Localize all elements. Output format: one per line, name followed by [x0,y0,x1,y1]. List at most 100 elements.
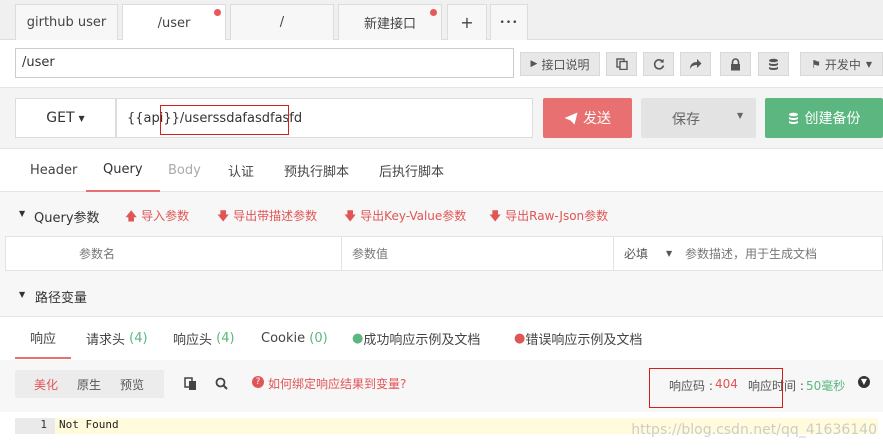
status-dropdown[interactable]: ⚑ 开发中 ▼ [800,52,883,76]
plus-icon: + [460,13,474,32]
copy-icon[interactable] [184,377,197,391]
tabs-bar: girthub user /user / 新建接口 + ••• [0,0,883,41]
method-label: GET [46,110,75,126]
view-raw[interactable]: 原生 [77,376,101,393]
response-time-value: 50毫秒 [806,379,846,393]
query-section: ▼ Query参数 🡅 导入参数 🡇 导出带描述参数 🡇 导出Key-Value… [0,192,883,316]
more-tabs-button[interactable]: ••• [490,4,528,40]
response-tabs: 响应 请求头 (4) 响应头 (4) Cookie (0) ● 成功响应示例及文档… [0,316,883,360]
tab-new-api[interactable]: 新建接口 [338,4,442,40]
tab-post-script[interactable]: 后执行脚本 [379,149,444,192]
play-icon: ▶ [530,59,538,69]
tab-label: 认证 [228,165,255,180]
tab-body[interactable]: Body [168,149,201,192]
view-preview[interactable]: 预览 [120,376,144,393]
database-icon [788,112,798,124]
download-icon[interactable]: ▼ [858,376,870,388]
more-icon: ••• [499,17,519,28]
query-title: Query参数 [34,211,100,226]
tab-success-doc[interactable]: ● 成功响应示例及文档 [352,317,480,359]
query-table-header: 参数名 参数值 必填 ▼ 参数描述，用于生成文档 [5,236,883,271]
api-doc-button[interactable]: ▶ 接口说明 [520,52,600,76]
arrow-down-icon: 🡇 [217,209,230,223]
tab-cookie[interactable]: Cookie (0) [261,317,328,359]
link-label: 导出Raw-Json参数 [505,209,609,223]
tab-auth[interactable]: 认证 [228,149,254,192]
export-kv-link[interactable]: 🡇 导出Key-Value参数 [344,207,466,228]
caret-down-icon: ▼ [78,113,85,123]
tab-query[interactable]: Query [86,149,160,192]
refresh-button[interactable] [643,52,674,76]
tab-label: 响应 [30,331,57,347]
view-mode-segment: 美化 原生 预览 [15,370,164,398]
copy-button[interactable] [606,52,637,76]
unsaved-dot-icon [214,9,221,16]
tab-error-doc[interactable]: ● 错误响应示例及文档 [514,317,642,359]
tab-label: Query [103,162,143,177]
export-desc-link[interactable]: 🡇 导出带描述参数 [217,207,317,228]
collapse-caret-icon[interactable]: ▼ [19,209,25,218]
tab-header[interactable]: Header [30,149,77,192]
share-icon [690,59,702,69]
col-param-name: 参数名 [79,247,116,261]
count-badge: (0) [309,330,328,346]
export-json-link[interactable]: 🡇 导出Raw-Json参数 [489,207,608,228]
lock-button[interactable] [720,52,751,76]
send-label: 发送 [583,111,611,127]
tab-user[interactable]: /user [122,4,226,41]
col-required: 必填 [624,247,649,261]
response-body: 1 Not Found https://blog.csdn.net/qq_416… [0,412,883,448]
refresh-icon [653,59,664,70]
api-doc-label: 接口说明 [541,57,590,72]
tab-label: 预执行脚本 [284,165,350,180]
response-toolbar: 美化 原生 预览 ? 如何绑定响应结果到变量? 响应码 : 404 响应时间 :… [0,360,883,412]
add-tab-button[interactable]: + [447,4,487,40]
path-input[interactable]: /user [15,48,514,78]
search-icon[interactable] [215,377,228,390]
divider [613,237,614,270]
path-variables-header[interactable]: ▼ 路径变量 [0,280,883,308]
create-backup-button[interactable]: 创建备份 [765,98,883,138]
col-param-value: 参数值 [352,247,389,261]
arrow-down-icon: 🡇 [344,209,357,223]
help-icon: ? [252,376,264,388]
caret-down-icon[interactable]: ▼ [666,237,672,270]
request-param-tabs: Header Query Body 认证 预执行脚本 后执行脚本 [0,148,883,192]
request-row: GET ▼ {{api}}/userssdafasdfasfd 发送 保存 ▼ … [0,88,883,148]
count-badge: (4) [129,330,148,346]
tab-pre-script[interactable]: 预执行脚本 [284,149,349,192]
save-button[interactable]: 保存 ▼ [641,98,756,138]
unsaved-dot-icon [430,9,437,16]
tab-label: 请求头 [86,332,126,348]
flag-icon: ⚑ [810,57,821,71]
path-row: /user ▶ 接口说明 ⚑ 开发中 ▼ [0,40,883,88]
caret-down-icon: ▼ [865,59,873,69]
tab-girthub-user[interactable]: girthub user [15,4,118,40]
database-button[interactable] [758,52,789,76]
tab-label: Header [30,163,78,178]
count-badge: (4) [216,330,235,346]
tab-root[interactable]: / [230,4,334,40]
import-params-link[interactable]: 🡅 导入参数 [125,207,189,228]
highlight-box [160,105,289,135]
send-button[interactable]: 发送 [543,98,632,138]
tab-response-headers[interactable]: 响应头 (4) [173,317,235,359]
arrow-down-icon: 🡇 [489,209,502,223]
tab-label: 错误响应示例及文档 [525,332,643,348]
save-label: 保存 [672,112,700,128]
view-beautify[interactable]: 美化 [34,376,58,393]
watermark: https://blog.csdn.net/qq_41636140 [631,422,877,438]
tab-label: Body [168,163,201,178]
paper-plane-icon [564,112,578,124]
caret-down-icon[interactable]: ▼ [737,111,743,120]
share-button[interactable] [680,52,711,76]
method-select[interactable]: GET ▼ [15,98,116,138]
link-label: 导出带描述参数 [233,209,318,223]
tab-label: girthub user [26,15,107,30]
tab-response[interactable]: 响应 [15,317,72,359]
bind-help-link[interactable]: 如何绑定响应结果到变量? [268,375,406,392]
tab-request-headers[interactable]: 请求头 (4) [86,317,148,359]
error-circle-icon: ● [514,330,526,346]
app-window: girthub user /user / 新建接口 + ••• /user ▶ … [0,0,883,448]
collapse-caret-icon: ▼ [19,290,26,299]
